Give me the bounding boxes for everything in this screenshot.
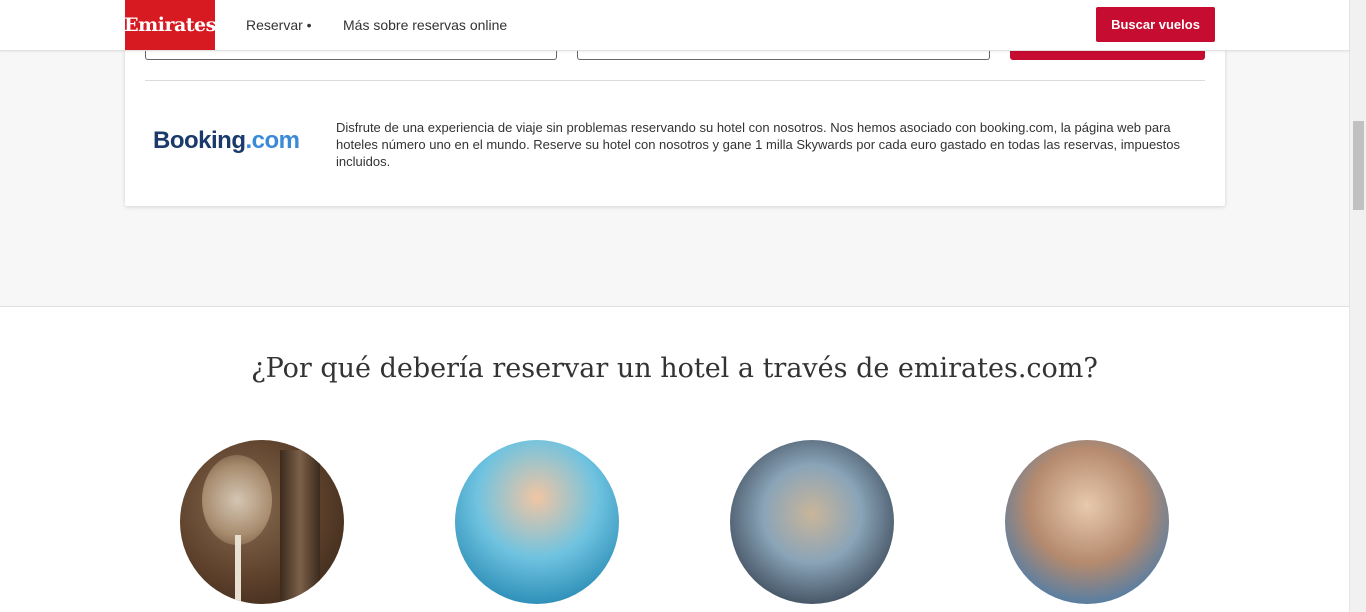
top-navigation: Emirates Reservar • Más sobre reservas o…	[0, 0, 1349, 51]
friends-phone-image	[1005, 440, 1169, 604]
logo-text: Emirates	[124, 14, 216, 36]
tree-trunk	[235, 535, 241, 604]
hotel-booking-card: Booking.com Disfrute de una experiencia …	[125, 30, 1225, 206]
laptop-woman-image	[730, 440, 894, 604]
hotel-room-image	[180, 440, 344, 604]
emirates-logo[interactable]: Emirates	[124, 0, 216, 50]
booking-com-logo: Booking.com	[153, 127, 300, 155]
door-decor	[280, 450, 320, 600]
booking-logo-part2: .com	[245, 127, 301, 154]
page: Emirates Reservar • Más sobre reservas o…	[0, 0, 1366, 612]
booking-description: Disfrute de una experiencia de viaje sin…	[336, 120, 1181, 169]
divider	[145, 80, 1205, 81]
buscar-vuelos-button[interactable]: Buscar vuelos	[1096, 7, 1215, 42]
nav-reservar[interactable]: Reservar •	[246, 17, 312, 33]
vertical-scrollbar[interactable]	[1349, 0, 1366, 612]
scrollbar-thumb[interactable]	[1353, 121, 1364, 210]
pool-family-image	[455, 440, 619, 604]
tree-decor	[202, 455, 272, 545]
booking-logo-part1: Booking	[153, 127, 246, 154]
why-book-section: ¿Por qué debería reservar un hotel a tra…	[0, 306, 1349, 612]
section-title: ¿Por qué debería reservar un hotel a tra…	[251, 353, 1098, 384]
nav-mas-sobre-reservas[interactable]: Más sobre reservas online	[343, 17, 507, 33]
